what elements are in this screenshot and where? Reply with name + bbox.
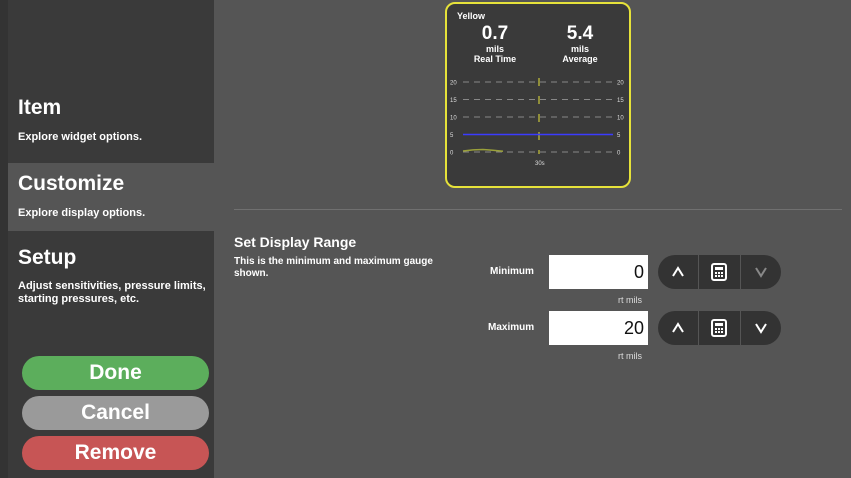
average-readout: 5.4 mils Average — [545, 23, 615, 65]
y-tick-label-left: 20 — [450, 81, 457, 87]
main-panel: Yellow 0.7 mils Real Time 5.4 mils Avera… — [214, 0, 851, 478]
realtime-value: 0.7 — [481, 23, 509, 44]
y-tick-label-right: 20 — [617, 81, 624, 87]
minimum-input[interactable] — [549, 255, 648, 289]
maximum-increase-button[interactable] — [658, 311, 698, 345]
maximum-decrease-button[interactable] — [739, 311, 781, 345]
minimum-controls — [658, 255, 781, 289]
sidebar: Item Explore widget options. Customize E… — [8, 0, 214, 478]
sidebar-item-title: Customize — [18, 172, 125, 195]
realtime-label: Real Time — [473, 54, 517, 64]
y-tick-label-right: 15 — [617, 98, 624, 104]
chevron-down-icon — [754, 267, 767, 278]
cancel-button[interactable]: Cancel — [22, 396, 209, 430]
sidebar-item-desc: Explore widget options. — [18, 131, 143, 143]
y-tick-label-right: 10 — [617, 116, 624, 122]
x-tick-label: 30s — [535, 161, 545, 167]
calculator-icon — [711, 319, 728, 337]
y-tick-label-left: 15 — [450, 98, 457, 104]
sidebar-item-title: Setup — [18, 246, 77, 269]
minimum-increase-button[interactable] — [658, 255, 698, 289]
y-tick-label-left: 0 — [450, 151, 454, 157]
maximum-controls — [658, 311, 781, 345]
chevron-up-icon — [672, 322, 685, 333]
minimum-label: Minimum — [490, 266, 534, 277]
sidebar-item-item[interactable]: Item Explore widget options. — [8, 0, 214, 163]
y-tick-label-right: 5 — [617, 133, 621, 139]
sidebar-item-title: Item — [18, 96, 62, 119]
maximum-label: Maximum — [488, 322, 535, 333]
realtime-readout: 0.7 mils Real Time — [460, 23, 530, 65]
maximum-unit: rt mils — [618, 351, 642, 361]
remove-button[interactable]: Remove — [22, 436, 209, 470]
realtime-series-line — [462, 148, 504, 153]
gauge-preview: Yellow 0.7 mils Real Time 5.4 mils Avera… — [445, 2, 631, 188]
done-button[interactable]: Done — [22, 356, 209, 390]
y-tick-label-left: 5 — [450, 133, 454, 139]
calculator-icon — [711, 263, 728, 281]
minimum-decrease-button[interactable] — [739, 255, 781, 289]
sidebar-item-customize[interactable]: Customize Explore display options. — [8, 163, 214, 231]
divider — [234, 209, 842, 210]
y-tick-label-right: 0 — [617, 151, 621, 157]
section-title: Set Display Range — [234, 234, 357, 250]
maximum-input[interactable] — [549, 311, 648, 345]
sidebar-item-desc: Explore display options. — [18, 207, 146, 219]
realtime-unit: mils — [485, 44, 504, 54]
gauge-name: Yellow — [457, 11, 486, 21]
sidebar-item-desc: Adjust sensitivities, pressure limits, s… — [18, 280, 206, 305]
minimum-unit: rt mils — [618, 295, 642, 305]
average-value: 5.4 — [566, 23, 594, 44]
maximum-calculator-button[interactable] — [698, 311, 739, 345]
average-unit: mils — [570, 44, 589, 54]
section-description: This is the minimum and maximum gauge sh… — [234, 256, 433, 279]
chevron-up-icon — [672, 266, 685, 277]
y-tick-label-left: 10 — [450, 116, 457, 122]
gauge-chart: 20 20 15 15 10 10 5 5 0 0 30s — [450, 78, 624, 167]
average-label: Average — [562, 54, 598, 64]
chevron-down-icon — [754, 323, 767, 334]
minimum-calculator-button[interactable] — [698, 255, 739, 289]
